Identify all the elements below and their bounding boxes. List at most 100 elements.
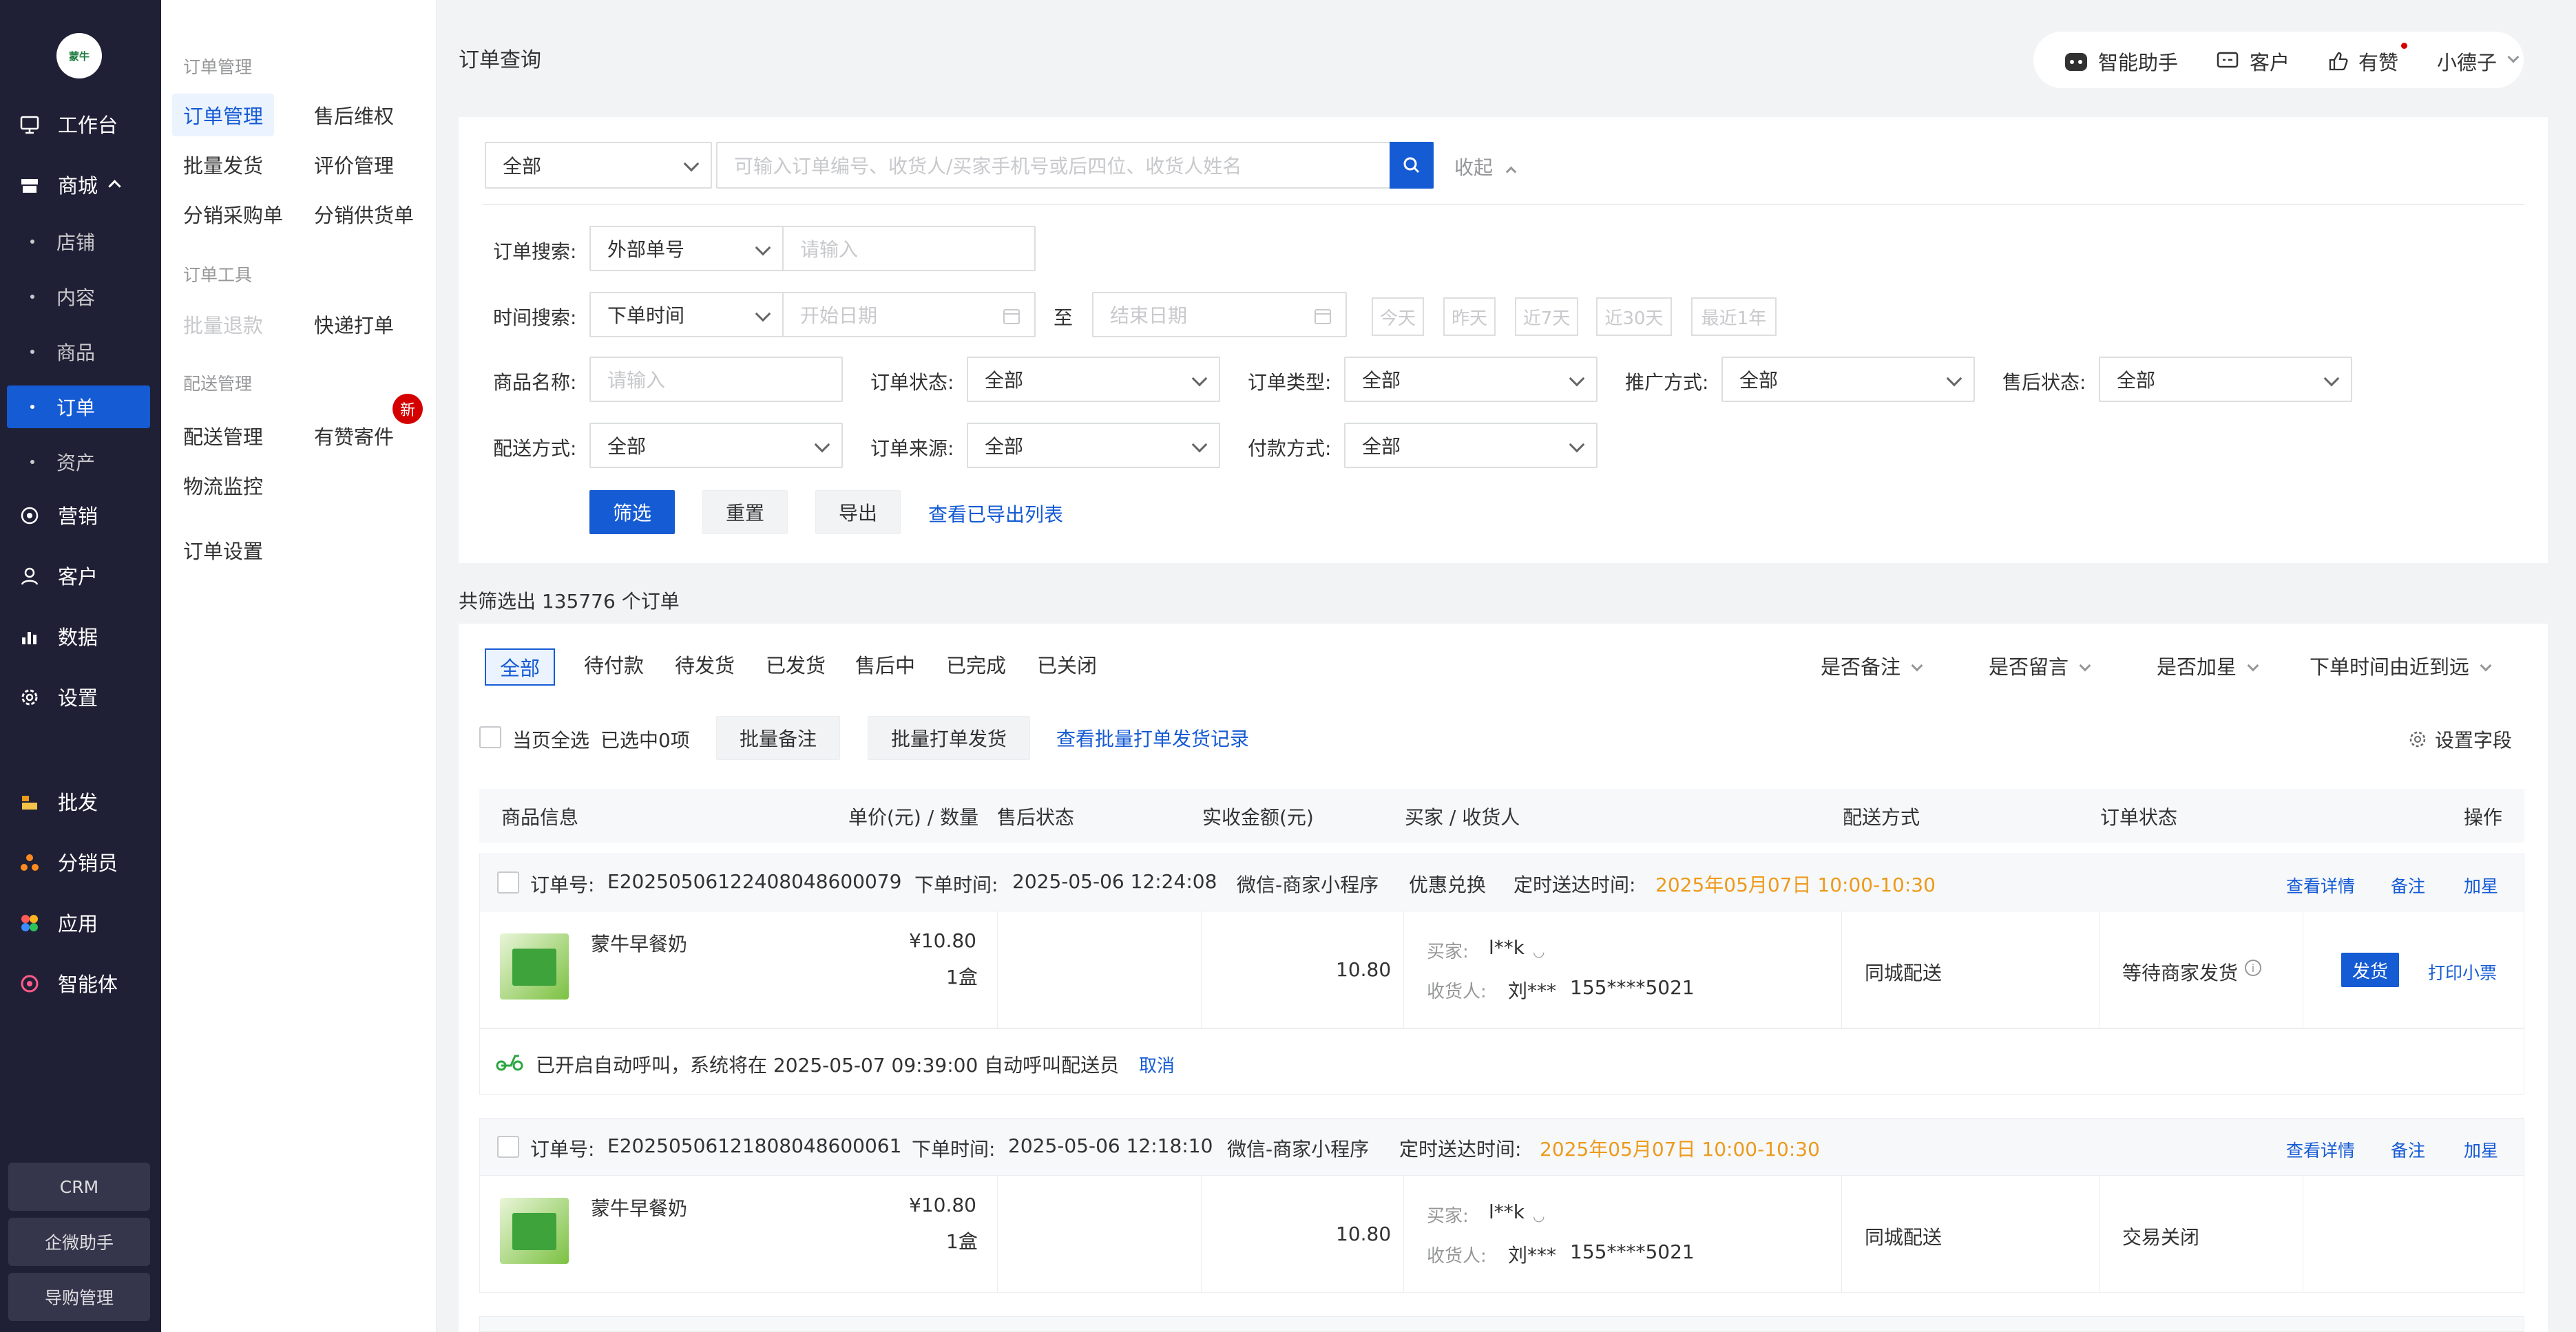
subnav-reviews[interactable]: 评价管理	[314, 150, 394, 179]
quick-today[interactable]: 今天	[1372, 297, 1424, 336]
order-type-select[interactable]: 全部	[1344, 357, 1598, 402]
nav-sub-assets[interactable]: 资产	[7, 441, 150, 483]
note-link[interactable]: 备注	[2391, 873, 2425, 898]
tab-shipped[interactable]: 已发货	[766, 650, 826, 679]
nav-store[interactable]: 商城	[0, 162, 161, 207]
note-link[interactable]: 备注	[2391, 1137, 2425, 1162]
nav-apps[interactable]: 应用	[0, 900, 161, 944]
user-menu[interactable]: 小德子	[2437, 47, 2520, 76]
quick-1year[interactable]: 最近1年	[1691, 297, 1777, 336]
nav-sub-content[interactable]: 内容	[7, 275, 150, 318]
batch-print-button[interactable]: 批量打单发货	[868, 716, 1030, 760]
export-button[interactable]: 导出	[815, 490, 901, 534]
batch-note-button[interactable]: 批量备注	[716, 716, 840, 760]
youzan-button[interactable]: 有赞	[2328, 43, 2407, 76]
source-select[interactable]: 全部	[967, 423, 1220, 468]
product-image[interactable]	[500, 1198, 569, 1264]
subnav-batch-ship[interactable]: 批量发货	[183, 150, 263, 179]
delivery-select[interactable]: 全部	[589, 423, 843, 468]
info-icon[interactable]: i	[2245, 960, 2261, 976]
buyer-name-link[interactable]: l**k	[1489, 1201, 1525, 1223]
nav-workbench[interactable]: 工作台	[0, 102, 161, 146]
product-name-input[interactable]: 请输入	[589, 357, 843, 402]
nav-sub-goods[interactable]: 商品	[7, 330, 150, 373]
ship-button[interactable]: 发货	[2341, 953, 2399, 987]
guide-management-button[interactable]: 导购管理	[8, 1273, 150, 1321]
quick-yesterday[interactable]: 昨天	[1443, 297, 1496, 336]
subnav-logistics-monitor[interactable]: 物流监控	[183, 471, 263, 500]
select-page-checkbox[interactable]	[479, 726, 501, 748]
assistant-button[interactable]: 智能助手	[2064, 47, 2178, 76]
subnav-batch-refund[interactable]: 批量退款	[183, 310, 263, 339]
nav-settings[interactable]: 设置	[0, 675, 161, 719]
set-fields-button[interactable]: 设置字段	[2407, 726, 2512, 753]
payment-select[interactable]: 全部	[1344, 423, 1598, 468]
tab-closed[interactable]: 已关闭	[1037, 650, 1097, 679]
tab-after-sale[interactable]: 售后中	[855, 650, 915, 679]
scrollbar-track[interactable]	[2566, 0, 2576, 1332]
subnav-delivery-management[interactable]: 配送管理	[183, 421, 263, 450]
batch-record-link[interactable]: 查看批量打单发货记录	[1056, 724, 1249, 752]
nav-sub-orders[interactable]: 订单	[7, 385, 150, 428]
nav-distributor[interactable]: 分销员	[0, 840, 161, 884]
star-link[interactable]: 加星	[2464, 1137, 2498, 1162]
exported-list-link[interactable]: 查看已导出列表	[928, 500, 1063, 527]
quick-7days[interactable]: 近7天	[1515, 297, 1578, 336]
view-detail-link[interactable]: 查看详情	[2286, 1137, 2355, 1162]
promo-select[interactable]: 全部	[1721, 357, 1975, 402]
collapse-toggle[interactable]: 收起	[1454, 153, 1517, 180]
view-detail-link[interactable]: 查看详情	[2286, 873, 2355, 898]
subnav-after-sale[interactable]: 售后维权	[314, 101, 394, 129]
tab-all[interactable]: 全部	[485, 648, 556, 686]
nav-wholesale[interactable]: 批发	[0, 779, 161, 823]
order-search-input[interactable]: 请输入	[782, 226, 1036, 271]
nav-customer[interactable]: 客户	[0, 553, 161, 598]
order-search-type-select[interactable]: 外部单号	[589, 226, 784, 271]
order-status-select[interactable]: 全部	[967, 357, 1220, 402]
has-message-dropdown[interactable]: 是否留言	[1989, 651, 2091, 680]
reset-button[interactable]: 重置	[702, 490, 788, 534]
order-checkbox[interactable]	[497, 871, 519, 894]
after-sale-select[interactable]: 全部	[2099, 357, 2352, 402]
product-name-link[interactable]: 蒙牛早餐奶	[591, 1194, 687, 1221]
subnav-dist-purchase[interactable]: 分销采购单	[183, 200, 283, 229]
search-button[interactable]	[1390, 142, 1434, 189]
filter-button[interactable]: 筛选	[589, 490, 675, 534]
sort-dropdown[interactable]: 下单时间由近到远	[2310, 651, 2492, 680]
wecom-assistant-button[interactable]: 企微助手	[8, 1218, 150, 1266]
subnav-express-print[interactable]: 快递打单	[314, 310, 394, 339]
brand-logo[interactable]: 蒙牛	[56, 33, 102, 78]
print-receipt-link[interactable]: 打印小票	[2428, 960, 2497, 984]
nav-agent[interactable]: 智能体	[0, 961, 161, 1005]
chevron-up-icon	[108, 180, 121, 193]
crm-button[interactable]: CRM	[8, 1163, 150, 1211]
tab-completed[interactable]: 已完成	[946, 650, 1006, 679]
tab-pending-payment[interactable]: 待付款	[584, 650, 644, 679]
nav-marketing[interactable]: 营销	[0, 493, 161, 537]
eye-off-icon[interactable]: ◡	[1533, 943, 1544, 960]
subnav-order-management[interactable]: 订单管理	[172, 94, 275, 136]
buyer-name-link[interactable]: l**k	[1489, 936, 1525, 959]
payment-label: 付款方式:	[1248, 437, 1332, 460]
subnav-dist-supply[interactable]: 分销供货单	[314, 200, 414, 229]
search-input[interactable]: 可输入订单编号、收货人/买家手机号或后四位、收货人姓名	[716, 142, 1391, 189]
starred-dropdown[interactable]: 是否加星	[2157, 651, 2259, 680]
eye-off-icon[interactable]: ◡	[1533, 1207, 1544, 1224]
subnav-youzan-send[interactable]: 有赞寄件	[314, 421, 394, 450]
tab-pending-shipment[interactable]: 待发货	[675, 650, 735, 679]
star-link[interactable]: 加星	[2464, 873, 2498, 898]
time-type-select[interactable]: 下单时间	[589, 292, 784, 337]
cancel-auto-call-link[interactable]: 取消	[1139, 1052, 1175, 1077]
product-name-link[interactable]: 蒙牛早餐奶	[591, 929, 687, 957]
search-scope-select[interactable]: 全部	[485, 142, 712, 189]
product-image[interactable]	[500, 933, 569, 1000]
quick-30days[interactable]: 近30天	[1596, 297, 1672, 336]
start-date-input[interactable]: 开始日期	[782, 292, 1036, 337]
customer-button[interactable]: 客户	[2217, 47, 2290, 76]
end-date-input[interactable]: 结束日期	[1092, 292, 1347, 337]
subnav-order-settings[interactable]: 订单设置	[183, 536, 263, 564]
has-note-dropdown[interactable]: 是否备注	[1821, 651, 1923, 680]
order-checkbox[interactable]	[497, 1136, 519, 1158]
nav-data[interactable]: 数据	[0, 614, 161, 658]
nav-sub-shop[interactable]: 店铺	[7, 220, 150, 263]
